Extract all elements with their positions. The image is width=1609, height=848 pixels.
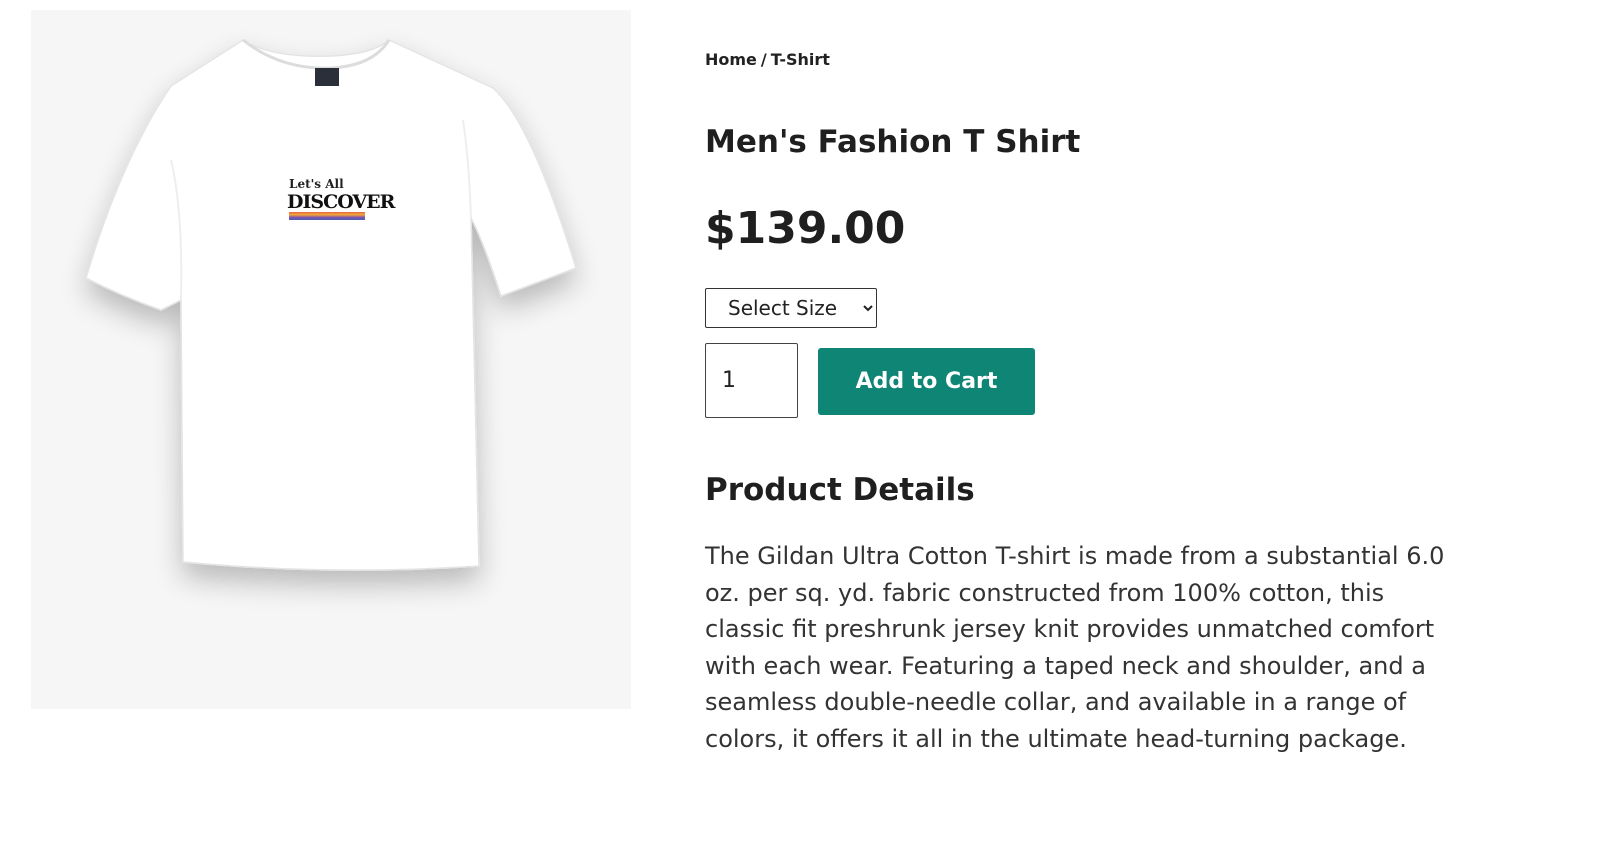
product-price: $139.00 bbox=[705, 203, 906, 254]
t-shirt-illustration: Let's All DISCOVER bbox=[85, 38, 577, 571]
breadcrumb: Home / T-Shirt bbox=[705, 50, 830, 69]
breadcrumb-home-link[interactable]: Home bbox=[705, 50, 757, 69]
product-description: The Gildan Ultra Cotton T-shirt is made … bbox=[705, 542, 1445, 753]
breadcrumb-current: T-Shirt bbox=[770, 50, 830, 69]
add-to-cart-button[interactable]: Add to Cart bbox=[818, 348, 1035, 415]
breadcrumb-separator: / bbox=[760, 50, 767, 69]
product-page: Let's All DISCOVER Home / T-Shirt Men's Fa… bbox=[0, 0, 1609, 848]
product-title: Men's Fashion T Shirt bbox=[705, 124, 1081, 160]
product-image: Let's All DISCOVER bbox=[31, 10, 631, 709]
size-select[interactable]: Select Size bbox=[705, 288, 877, 328]
product-details-heading: Product Details bbox=[705, 472, 975, 508]
quantity-input[interactable] bbox=[705, 343, 798, 418]
print-line-2: DISCOVER bbox=[287, 191, 396, 213]
print-line-1: Let's All bbox=[289, 177, 344, 191]
